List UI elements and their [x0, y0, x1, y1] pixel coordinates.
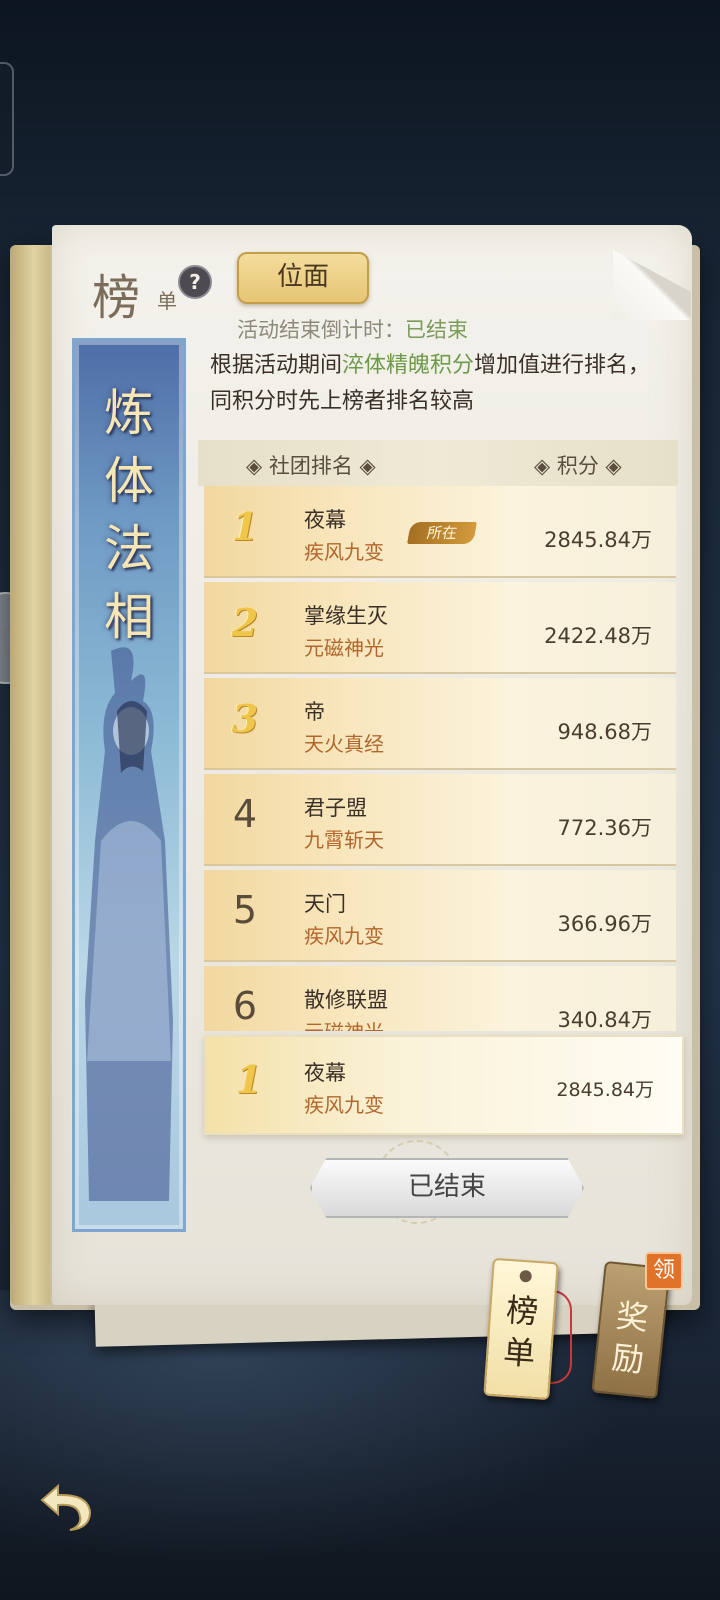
- header-score: ◈ 积分 ◈: [534, 454, 622, 478]
- my-rank-number: 1: [235, 1057, 263, 1102]
- rank-number: 6: [232, 984, 258, 1028]
- help-icon[interactable]: ?: [178, 265, 212, 299]
- guild-score: 948.68万: [558, 716, 652, 746]
- guild-score: 772.36万: [558, 812, 652, 842]
- tab-ranking-list[interactable]: 榜单: [483, 1257, 559, 1401]
- guild-skill: 元磁神光: [304, 1016, 384, 1031]
- rules-text-highlight: 淬体精魄积分: [342, 353, 475, 378]
- score-unit: 万: [631, 1008, 652, 1031]
- table-row[interactable]: 6 散修联盟 元磁神光 340.84万: [204, 966, 676, 1031]
- ranking-list-header: ◈ 社团排名 ◈ ◈ 积分 ◈: [198, 440, 678, 486]
- page-title-sub: 单: [157, 289, 177, 313]
- score-unit: 万: [631, 816, 652, 840]
- score-value: 340.84: [557, 1008, 631, 1031]
- guild-score: 366.96万: [558, 908, 652, 938]
- tag-rank-label: 榜单: [502, 1290, 540, 1374]
- guild-name: 君子盟: [304, 796, 367, 820]
- table-row[interactable]: 5 天门 疾风九变 366.96万: [204, 870, 676, 962]
- table-row[interactable]: 3 帝 天火真经 948.68万: [204, 678, 676, 770]
- table-row[interactable]: 1 夜幕 疾风九变 所在 2845.84万: [204, 486, 676, 578]
- score-unit: 万: [631, 912, 652, 936]
- event-ended-button[interactable]: 已结束: [310, 1158, 584, 1218]
- score-unit: 万: [631, 528, 652, 552]
- score-unit: 万: [631, 624, 652, 648]
- banner-title: 炼 体 法 相: [75, 379, 183, 651]
- guild-score: 2845.84万: [544, 524, 652, 554]
- rank-number: 2: [231, 600, 259, 645]
- my-guild-name: 夜幕: [304, 1061, 346, 1085]
- guild-name: 散修联盟: [304, 988, 388, 1012]
- score-unit: 万: [631, 720, 652, 744]
- rank-number: 1: [231, 504, 259, 549]
- tab-weimian[interactable]: 位面: [237, 252, 369, 304]
- banner-char: 法: [104, 520, 154, 578]
- banner-char: 炼: [104, 384, 154, 442]
- score-value: 772.36: [557, 816, 631, 840]
- guild-skill: 元磁神光: [304, 636, 384, 660]
- my-guild-skill: 疾风九变: [304, 1093, 384, 1117]
- banner-char: 体: [104, 452, 154, 510]
- table-row[interactable]: 4 君子盟 九霄斩天 772.36万: [204, 774, 676, 866]
- score-value: 366.96: [557, 912, 631, 936]
- guild-score: 2422.48万: [544, 620, 652, 650]
- countdown-value: 已结束: [405, 318, 468, 342]
- score-value: 2422.48: [544, 624, 631, 648]
- guild-skill: 九霄斩天: [304, 828, 384, 852]
- page-title: 榜: [92, 270, 141, 326]
- rank-number: 4: [232, 792, 258, 836]
- book-spine: [10, 245, 50, 1305]
- rank-number: 5: [232, 888, 258, 932]
- tag-reward-label: 奖励: [610, 1296, 651, 1380]
- claim-badge: 领: [645, 1252, 683, 1290]
- table-row[interactable]: 2 掌缘生灭 元磁神光 2422.48万: [204, 582, 676, 674]
- guild-score: 340.84万: [558, 1004, 652, 1031]
- rules-text-pre: 根据活动期间: [210, 353, 343, 378]
- guild-name: 天门: [304, 892, 346, 916]
- rank-number: 3: [231, 696, 259, 741]
- countdown-label: 活动结束倒计时：: [237, 318, 405, 342]
- my-guild-badge: 所在: [407, 522, 477, 544]
- score-value: 948.68: [557, 720, 631, 744]
- guild-skill: 疾风九变: [304, 540, 384, 564]
- tag-hole: [519, 1269, 533, 1283]
- side-banner: 炼 体 法 相: [72, 338, 186, 1232]
- score-value: 2845.84: [544, 528, 631, 552]
- side-panel-edge[interactable]: [0, 62, 14, 176]
- header-guild-rank: ◈ 社团排名 ◈: [246, 454, 376, 478]
- character-illustration: [85, 647, 173, 1201]
- guild-skill: 疾风九变: [304, 924, 384, 948]
- countdown: 活动结束倒计时：已结束: [237, 314, 468, 344]
- guild-name: 帝: [304, 700, 325, 724]
- ranking-list[interactable]: 1 夜幕 疾风九变 所在 2845.84万 2 掌缘生灭 元磁神光 2422.4…: [204, 486, 680, 1031]
- my-guild-rank-row[interactable]: 1 夜幕 疾风九变 2845.84万: [204, 1035, 684, 1135]
- guild-name: 夜幕: [304, 508, 346, 532]
- guild-name: 掌缘生灭: [304, 604, 388, 628]
- ranking-rules: 根据活动期间淬体精魄积分增加值进行排名，同积分时先上榜者排名较高: [210, 348, 670, 420]
- guild-skill: 天火真经: [304, 732, 384, 756]
- my-guild-score: 2845.84万: [556, 1079, 654, 1101]
- back-arrow-icon[interactable]: [36, 1478, 96, 1534]
